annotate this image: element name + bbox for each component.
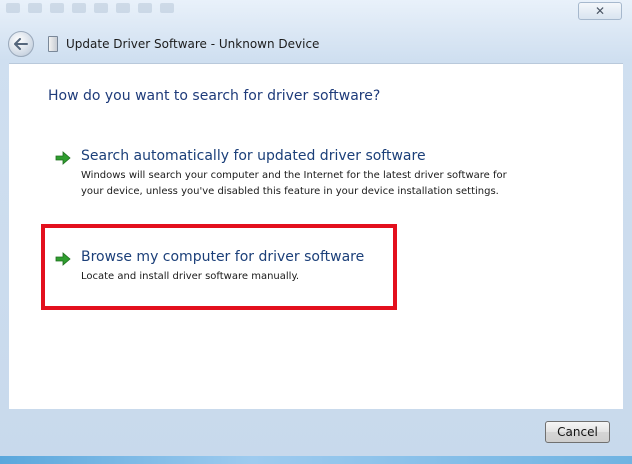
title-bar: Update Driver Software - Unknown Device: [8, 30, 319, 58]
page-heading: How do you want to search for driver sof…: [48, 88, 381, 104]
toolbar-icon: [50, 3, 64, 13]
close-icon: ✕: [594, 4, 606, 18]
option-title: Browse my computer for driver software: [81, 249, 365, 265]
content-panel: How do you want to search for driver sof…: [9, 63, 623, 409]
toolbar-icon: [160, 3, 174, 13]
toolbar-icon: [94, 3, 108, 13]
option-description: Windows will search your computer and th…: [81, 170, 507, 197]
close-button[interactable]: ✕: [578, 2, 622, 20]
back-button[interactable]: [8, 31, 34, 57]
option-description: Locate and install driver software manua…: [81, 271, 300, 282]
option-title: Search automatically for updated driver …: [81, 148, 426, 164]
back-arrow-icon: [14, 38, 28, 50]
dialog-window: ✕ Update Driver Software - Unknown Devic…: [0, 0, 632, 464]
taskbar-strip: [0, 456, 632, 464]
green-arrow-icon: [55, 151, 71, 165]
device-icon: [48, 36, 58, 52]
toolbar-icon: [72, 3, 86, 13]
toolbar-icon: [28, 3, 42, 13]
toolbar-icon: [116, 3, 130, 13]
cancel-button[interactable]: Cancel: [545, 421, 610, 443]
green-arrow-icon: [55, 252, 71, 266]
background-toolbar: [0, 0, 566, 16]
toolbar-icon: [138, 3, 152, 13]
highlight-box: [41, 224, 397, 310]
toolbar-icon: [6, 3, 20, 13]
window-title: Update Driver Software - Unknown Device: [66, 37, 320, 51]
